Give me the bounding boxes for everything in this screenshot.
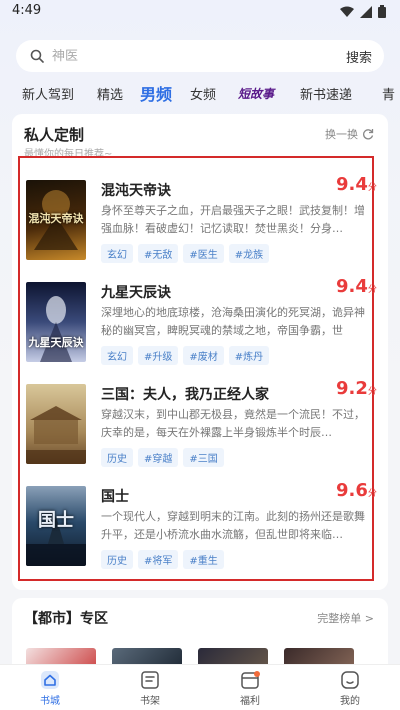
book-tag[interactable]: #将军 xyxy=(138,550,179,569)
nav-bookshelf[interactable]: 书架 xyxy=(120,669,180,707)
refresh-label: 换一换 xyxy=(325,128,358,141)
search-icon xyxy=(30,49,44,63)
status-icons xyxy=(340,5,386,18)
book-title[interactable]: 混沌天帝诀 xyxy=(101,180,171,200)
book-item[interactable]: 混沌天帝诀 混沌天帝诀 9.4分 身怀至尊天子之血，开启最强天子之眼！武技复制！… xyxy=(26,174,377,270)
search-input[interactable] xyxy=(52,48,252,64)
nav-label: 书架 xyxy=(140,696,160,707)
cover-art xyxy=(26,406,86,464)
notification-badge xyxy=(254,671,260,677)
signal-icon xyxy=(360,5,372,18)
book-description: 一个现代人，穿越到明末的江南。此刻的扬州还是歌舞升平，还是小桥流水曲水流觞，但乱… xyxy=(101,510,365,541)
cover-art xyxy=(40,296,72,362)
book-cover[interactable]: 国士 xyxy=(26,486,86,566)
tab-new-books[interactable]: 新书速递 xyxy=(300,84,352,103)
battery-icon xyxy=(378,5,386,18)
book-item[interactable]: 三国：夫人，我乃正经人家 9.2分 穿越汉末，到中山郡无极县，竟然是一个流民！不… xyxy=(26,378,377,474)
search-button[interactable]: 搜索 xyxy=(346,47,372,66)
nav-bookstore[interactable]: 书城 xyxy=(20,669,80,707)
cover-title: 九星天辰诀 xyxy=(28,336,84,349)
book-cover[interactable]: 混沌天帝诀 xyxy=(26,180,86,260)
profile-icon xyxy=(341,671,359,689)
book-cover[interactable]: 九星天辰诀 xyxy=(26,282,86,362)
wifi-icon xyxy=(340,6,354,17)
book-description: 深埋地心的地底琼楼，沧海桑田演化的死冥湖，诡异神秘的幽冥宫，睥睨冥魂的禁域之地，… xyxy=(101,306,365,337)
book-tags: 玄幻 #升级 #废材 #炼丹 xyxy=(101,346,270,365)
book-score: 9.6分 xyxy=(336,480,377,501)
nav-benefits[interactable]: 福利 xyxy=(220,669,280,707)
tab-youth[interactable]: 青 xyxy=(382,84,395,103)
search-box[interactable]: 搜索 xyxy=(16,40,384,72)
book-tag[interactable]: #医生 xyxy=(183,244,224,263)
book-tag[interactable]: #三国 xyxy=(183,448,224,467)
nav-label: 书城 xyxy=(40,696,60,707)
book-title[interactable]: 九星天辰诀 xyxy=(101,282,171,302)
book-tag[interactable]: 玄幻 xyxy=(101,244,133,263)
book-score: 9.2分 xyxy=(336,378,377,399)
book-tag[interactable]: #重生 xyxy=(183,550,224,569)
book-tag[interactable]: #穿越 xyxy=(138,448,179,467)
tab-newcomer[interactable]: 新人驾到 xyxy=(22,84,74,103)
book-tags: 历史 #穿越 #三国 xyxy=(101,448,224,467)
book-title[interactable]: 国士 xyxy=(101,486,129,506)
book-item[interactable]: 国士 国士 9.6分 一个现代人，穿越到明末的江南。此刻的扬州还是歌舞升平，还是… xyxy=(26,480,377,576)
cover-title: 混沌天帝诀 xyxy=(28,212,84,225)
book-tag[interactable]: #废材 xyxy=(183,346,224,365)
book-tag[interactable]: #龙族 xyxy=(228,244,270,263)
book-tag[interactable]: #炼丹 xyxy=(228,346,270,365)
refresh-button[interactable]: 换一换 xyxy=(325,126,374,142)
book-tag[interactable]: #升级 xyxy=(138,346,179,365)
tab-male[interactable]: 男频 xyxy=(140,81,172,105)
refresh-icon xyxy=(363,129,374,140)
cover-title: 国士 xyxy=(38,510,74,531)
search-row: 搜索 xyxy=(16,40,384,72)
nav-label: 我的 xyxy=(340,696,360,707)
book-tags: 玄幻 #无敌 #医生 #龙族 xyxy=(101,244,270,263)
book-cover[interactable] xyxy=(26,384,86,464)
book-tag[interactable]: 玄幻 xyxy=(101,346,133,365)
tab-featured[interactable]: 精选 xyxy=(97,84,123,103)
nav-label: 福利 xyxy=(240,696,260,707)
book-title[interactable]: 三国：夫人，我乃正经人家 xyxy=(101,384,269,404)
section-title: 私人定制 xyxy=(24,126,85,144)
status-bar: 4:49 xyxy=(0,0,400,26)
book-score: 9.4分 xyxy=(336,276,377,297)
bookshelf-icon xyxy=(141,671,159,689)
book-tag[interactable]: 历史 xyxy=(101,550,133,569)
bookstore-icon xyxy=(41,671,59,689)
book-item[interactable]: 九星天辰诀 九星天辰诀 9.4分 深埋地心的地底琼楼，沧海桑田演化的死冥湖，诡异… xyxy=(26,276,377,372)
full-ranking-link[interactable]: 完整榜单 > xyxy=(317,610,374,626)
category-tabs: 新人驾到 精选 男频 女频 短故事 新书速递 青 xyxy=(0,80,400,106)
book-tags: 历史 #将军 #重生 xyxy=(101,550,224,569)
book-description: 穿越汉末，到中山郡无极县，竟然是一个流民！不过，庆幸的是，每天在外裸露上半身锻炼… xyxy=(101,408,365,439)
zone-title: 【都市】专区 xyxy=(24,611,108,627)
tab-short-stories[interactable]: 短故事 xyxy=(238,85,274,102)
book-tag[interactable]: 历史 xyxy=(101,448,133,467)
nav-profile[interactable]: 我的 xyxy=(320,669,380,707)
book-score: 9.4分 xyxy=(336,174,377,195)
bottom-nav: 书城 书架 福利 我的 xyxy=(0,664,400,710)
book-tag[interactable]: #无敌 xyxy=(138,244,179,263)
book-description: 身怀至尊天子之血，开启最强天子之眼！武技复制！增强血脉！看破虚幻！记忆读取！焚世… xyxy=(101,204,365,235)
urban-zone-card: 【都市】专区 完整榜单 > xyxy=(12,598,388,668)
tab-female[interactable]: 女频 xyxy=(190,84,216,103)
status-time: 4:49 xyxy=(12,3,42,18)
